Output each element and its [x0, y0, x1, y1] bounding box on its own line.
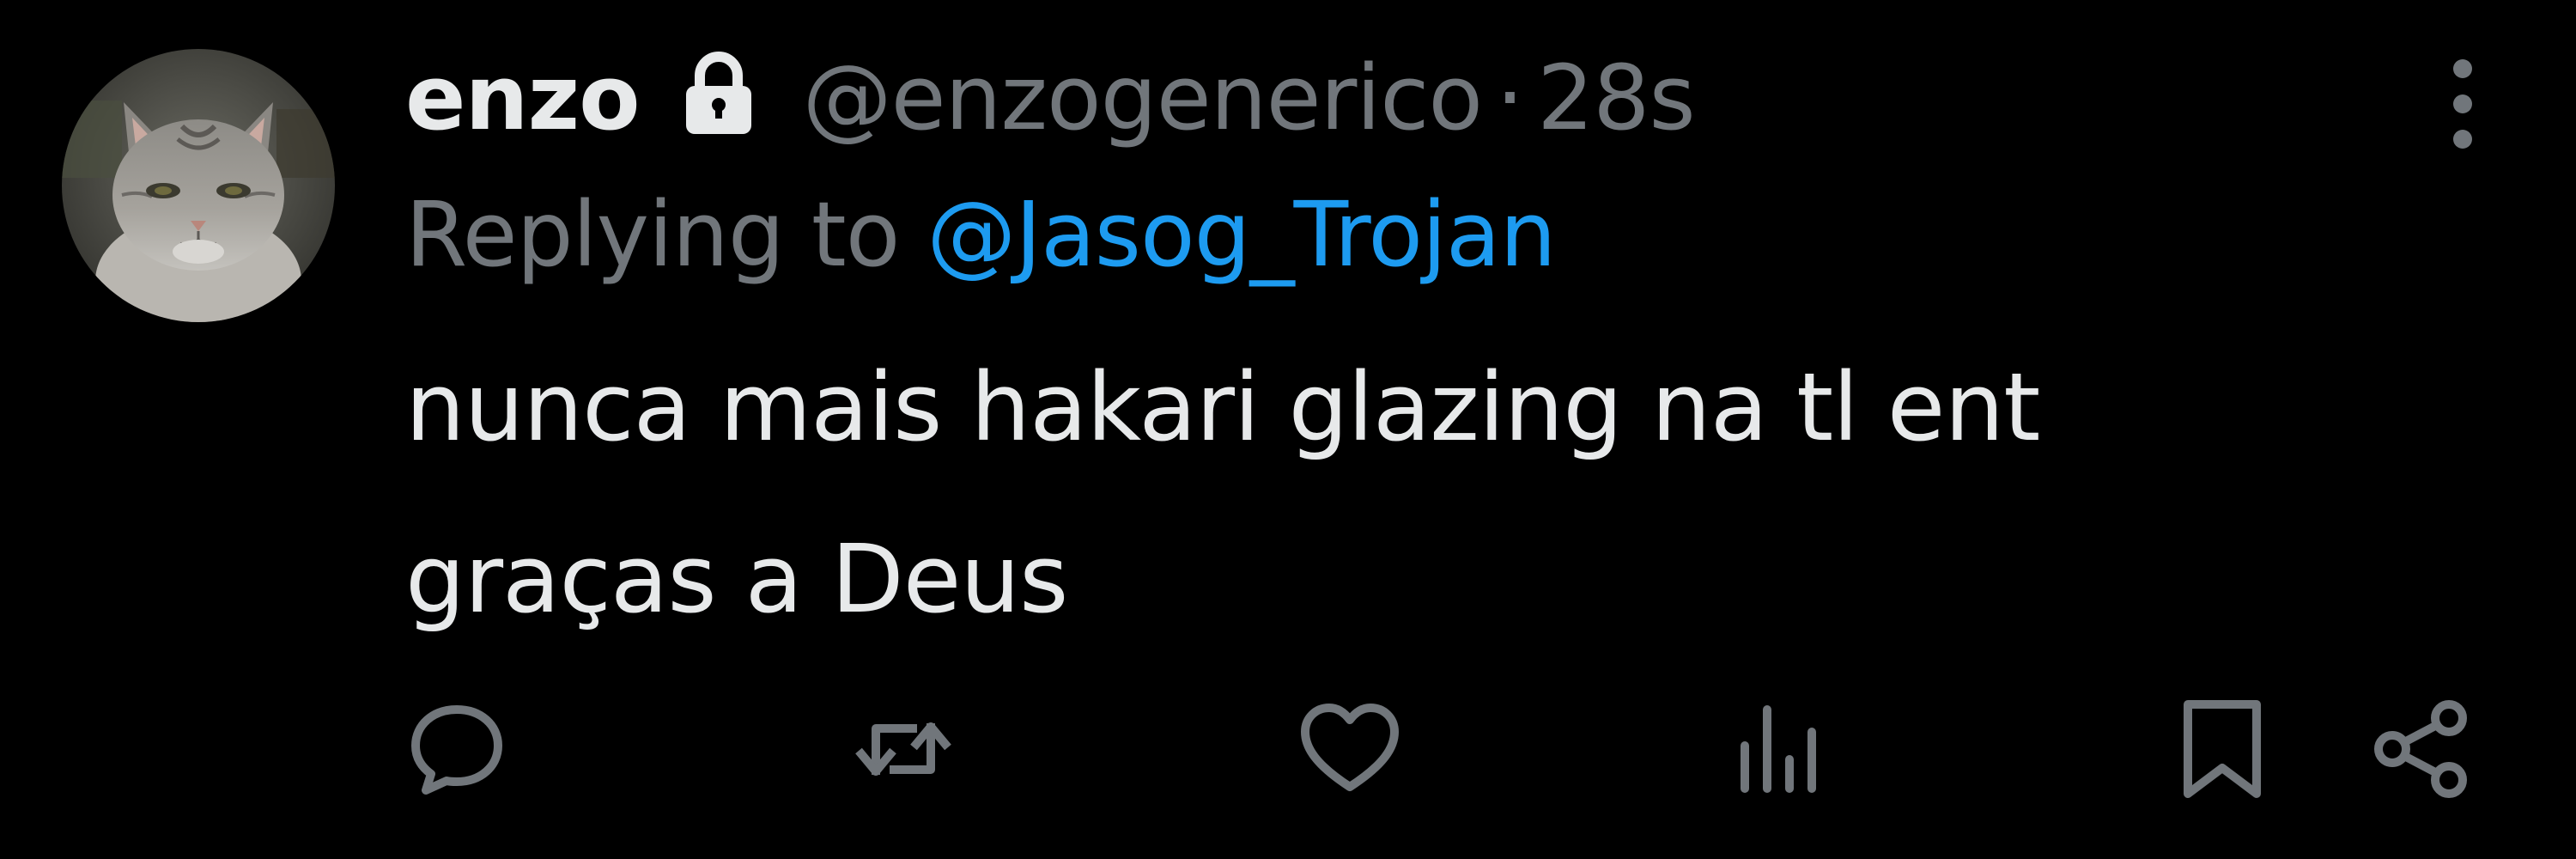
share-icon [2374, 700, 2467, 798]
display-name[interactable]: enzo [405, 46, 641, 150]
share-button[interactable] [2370, 698, 2473, 801]
bookmark-icon [2184, 700, 2261, 798]
analytics-icon [1741, 705, 1816, 793]
timestamp[interactable]: 28s [1537, 46, 1696, 150]
separator-dot: · [1496, 46, 1524, 150]
replying-to-label: Replying to [405, 182, 900, 287]
tweet[interactable]: enzo @enzogenerico · 28s Replying to @Ja… [0, 0, 2576, 859]
tweet-text-line: graças a Deus [405, 524, 1068, 634]
tweet-text: nunca mais hakari glazing na tl ent graç… [405, 321, 2294, 665]
retweet-button[interactable] [852, 698, 955, 801]
reply-mention-link[interactable]: @Jasog_Trojan [927, 182, 1556, 287]
avatar[interactable] [62, 49, 335, 322]
bookmark-button[interactable] [2171, 698, 2274, 801]
tweet-text-line: nunca mais hakari glazing na tl ent [405, 352, 2040, 462]
tweet-header: enzo @enzogenerico · 28s [405, 38, 1696, 158]
heart-icon [1301, 704, 1399, 791]
retweet-icon [855, 722, 951, 776]
handle[interactable]: @enzogenerico [803, 46, 1483, 150]
lock-icon [681, 52, 756, 137]
reply-button[interactable] [405, 698, 508, 801]
views-button[interactable] [1726, 698, 1829, 801]
like-button[interactable] [1298, 698, 1401, 801]
replying-to: Replying to @Jasog_Trojan [405, 182, 1557, 287]
comment-icon [411, 705, 502, 795]
more-options-icon[interactable] [2437, 57, 2488, 151]
